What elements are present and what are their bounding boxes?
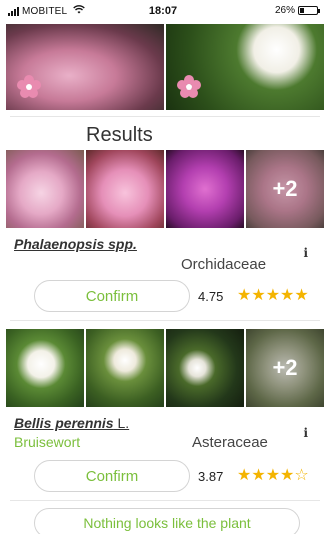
result-photo[interactable] <box>86 150 164 228</box>
flower-icon <box>17 75 41 98</box>
star-rating: ★★★★☆ <box>237 467 309 484</box>
result-photos-2: +2 <box>6 329 324 407</box>
query-photo-orchid[interactable] <box>6 24 164 110</box>
author-abbrev: L. <box>117 415 130 431</box>
result-photo-more[interactable]: +2 <box>246 150 324 228</box>
query-photos <box>6 24 324 110</box>
divider <box>10 116 320 117</box>
flower-icon <box>177 75 201 98</box>
battery-icon <box>298 6 320 15</box>
score-value: 4.75 <box>198 289 224 304</box>
result-photo[interactable] <box>86 329 164 407</box>
score-value: 3.87 <box>198 469 224 484</box>
divider <box>10 500 320 501</box>
family-name: Orchidaceae <box>181 256 267 273</box>
result-photo[interactable] <box>166 329 244 407</box>
common-name: Bruisewort <box>14 434 81 450</box>
status-bar: MOBITEL 18:07 26% <box>0 0 326 22</box>
confirm-button[interactable]: Confirm <box>34 460 190 492</box>
result-photo[interactable] <box>6 329 84 407</box>
scientific-name[interactable]: Phalaenopsis spp. <box>14 236 137 252</box>
family-name: Asteraceae <box>192 434 268 451</box>
confirm-button[interactable]: Confirm <box>34 280 190 312</box>
more-images-count: +2 <box>246 150 324 228</box>
battery-percent: 26% <box>274 5 295 16</box>
result-photos-1: +2 <box>6 150 324 228</box>
scientific-name-text: Bellis perennis <box>14 415 114 431</box>
nothing-looks-like-button[interactable]: Nothing looks like the plant <box>34 508 300 534</box>
query-photo-daisy[interactable] <box>166 24 324 110</box>
result-photo-more[interactable]: +2 <box>246 329 324 407</box>
results-heading: Results <box>86 124 153 146</box>
info-icon[interactable]: i <box>303 246 308 260</box>
scientific-name[interactable]: Bellis perennis L. <box>14 415 129 431</box>
info-icon[interactable]: i <box>303 426 308 440</box>
status-right: 26% <box>274 5 320 16</box>
result-photo[interactable] <box>6 150 84 228</box>
result-photo[interactable] <box>166 150 244 228</box>
more-images-count: +2 <box>246 329 324 407</box>
scientific-name-text: Phalaenopsis spp. <box>14 236 137 252</box>
divider <box>10 320 320 321</box>
star-rating: ★★★★★ <box>237 287 309 304</box>
